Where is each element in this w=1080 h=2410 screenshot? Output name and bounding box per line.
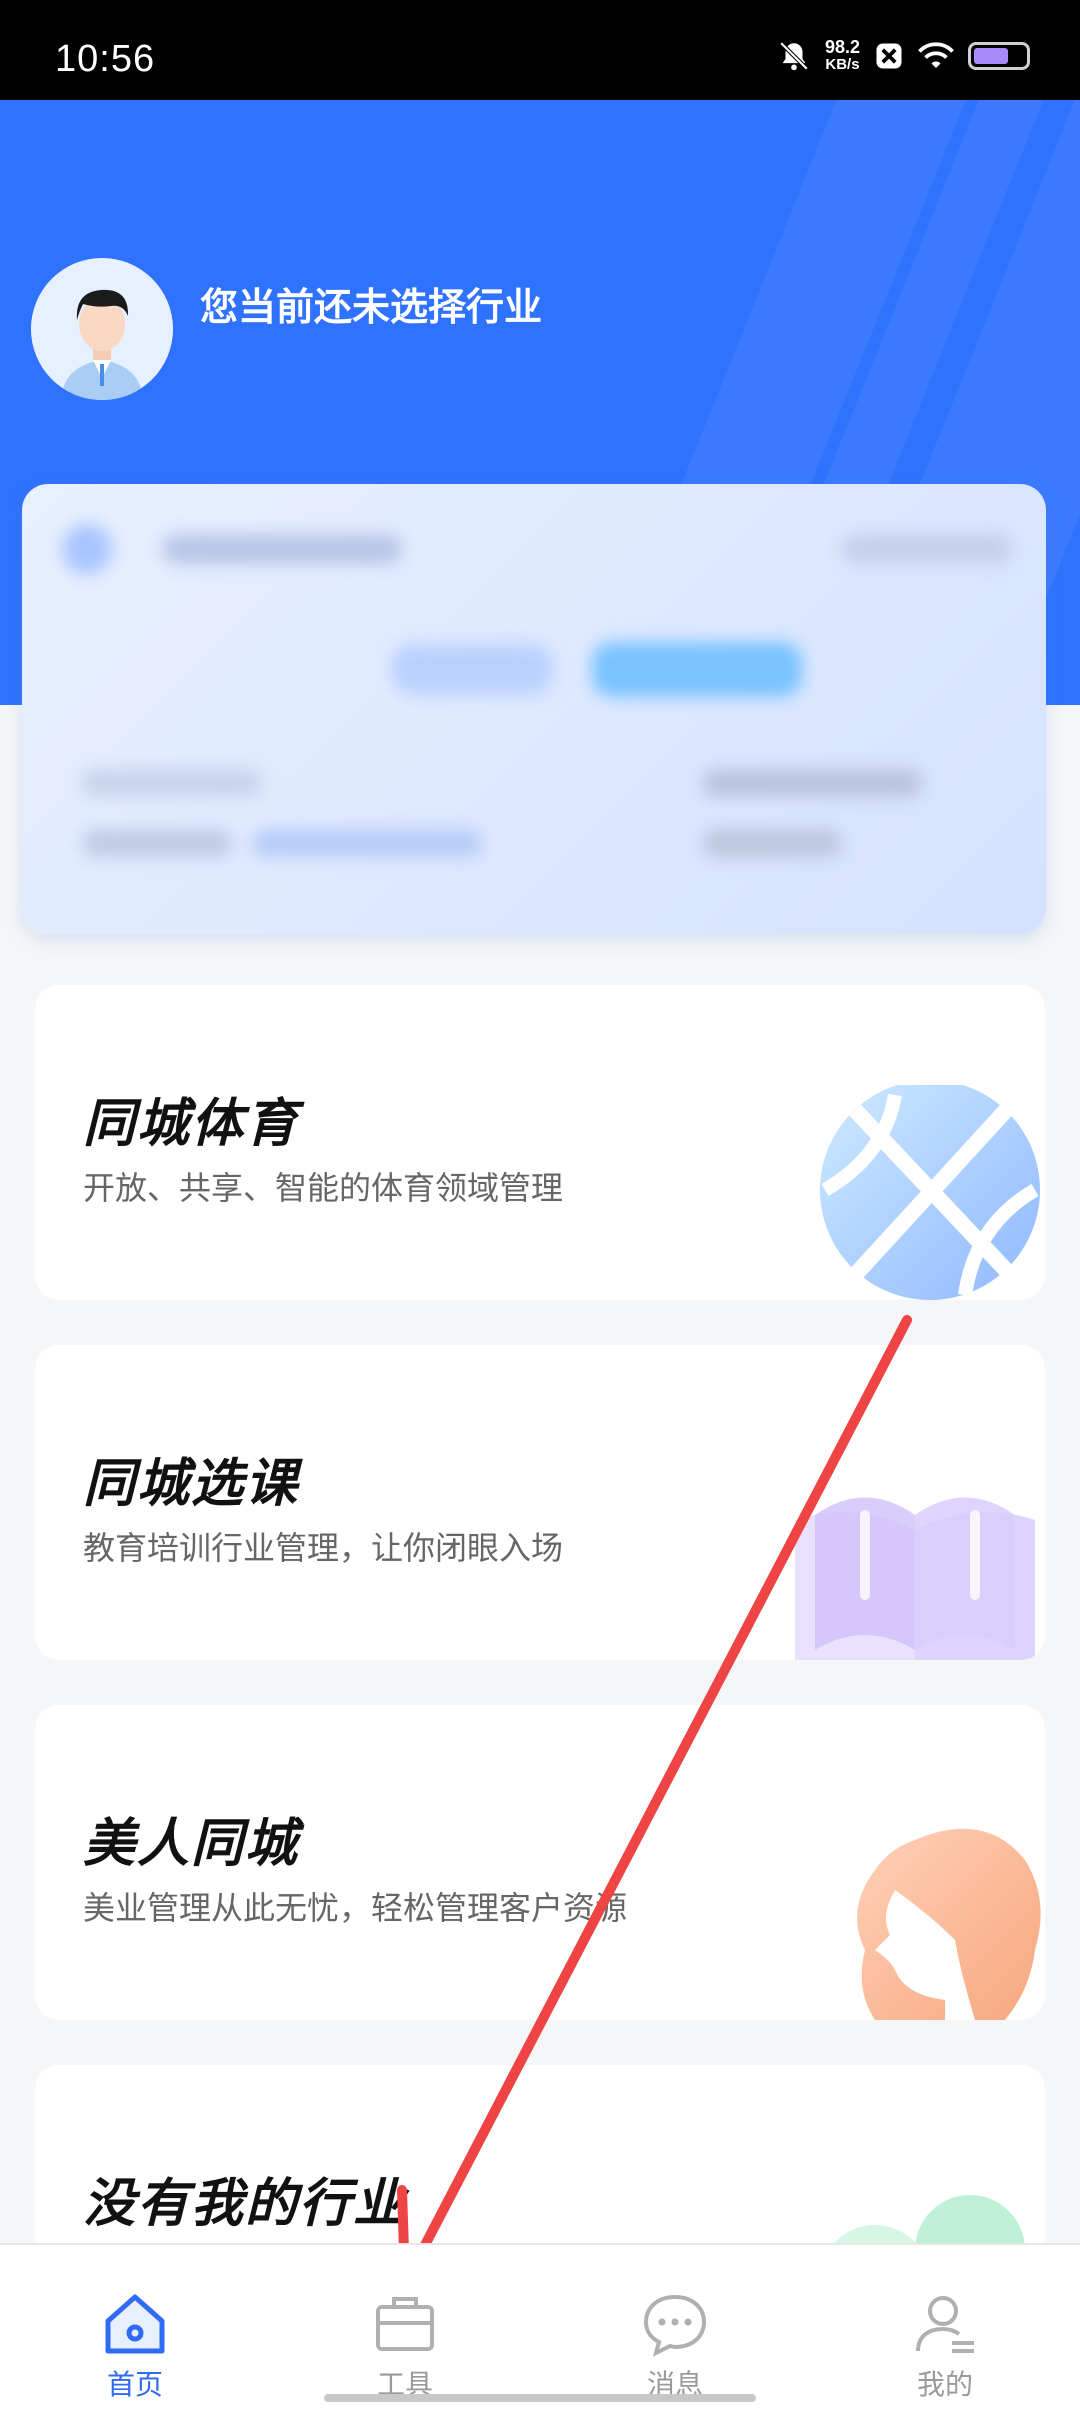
bottom-tab-bar: 首页 工具 消息 我的 bbox=[0, 2243, 1080, 2410]
tab-label: 我的 bbox=[916, 2368, 973, 2401]
toolbox-icon bbox=[376, 2297, 434, 2351]
home-indicator[interactable] bbox=[324, 2394, 756, 2402]
user-icon bbox=[916, 2296, 974, 2353]
tab-label: 首页 bbox=[106, 2368, 163, 2401]
tab-tools[interactable]: 工具 bbox=[270, 2245, 540, 2410]
home-icon bbox=[105, 2294, 165, 2354]
tab-messages[interactable]: 消息 bbox=[540, 2245, 810, 2410]
annotation-arrow bbox=[397, 1315, 912, 2287]
message-icon bbox=[643, 2294, 707, 2357]
tab-mine[interactable]: 我的 bbox=[810, 2245, 1080, 2410]
tab-home[interactable]: 首页 bbox=[0, 2245, 270, 2410]
